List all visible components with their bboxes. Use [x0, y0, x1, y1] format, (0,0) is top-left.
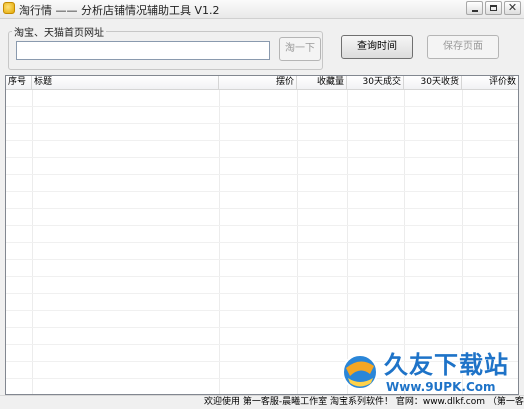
results-table[interactable]: 序号 标题 摆价 收藏量 30天成交 30天收货 评价数 [5, 75, 519, 395]
save-page-button[interactable]: 保存页面 [427, 35, 499, 59]
table-row-line [6, 106, 518, 107]
table-row-line [6, 310, 518, 311]
column-header-title[interactable]: 标题 [32, 76, 219, 89]
maximize-icon [490, 5, 497, 11]
window-controls: ✕ [466, 1, 521, 15]
column-header-index[interactable]: 序号 [6, 76, 32, 89]
app-icon [3, 2, 15, 14]
table-row-line [6, 225, 518, 226]
table-row-line [6, 191, 518, 192]
window-title: 淘行情 —— 分析店铺情况辅助工具 V1.2 [19, 4, 220, 17]
table-row-line [6, 344, 518, 345]
table-row-line [6, 259, 518, 260]
table-row-line [6, 276, 518, 277]
url-group-label: 淘宝、天猫首页网址 [12, 24, 106, 39]
table-row-line [6, 242, 518, 243]
maximize-button[interactable] [485, 1, 502, 15]
table-row-line [6, 140, 518, 141]
table-row-line [6, 208, 518, 209]
column-header-30day-received[interactable]: 30天收货 [404, 76, 462, 89]
table-row-line [6, 123, 518, 124]
table-row-line [6, 174, 518, 175]
table-row-line [6, 157, 518, 158]
query-time-button[interactable]: 查询时间 [341, 35, 413, 59]
column-header-reviews[interactable]: 评价数 [462, 76, 518, 89]
watermark-title: 久友下载站 [384, 351, 509, 379]
column-header-favorites[interactable]: 收藏量 [297, 76, 347, 89]
watermark-url: Www.9UPK.Com [386, 380, 496, 394]
search-button[interactable]: 淘一下 [279, 37, 321, 61]
url-input[interactable] [16, 41, 270, 60]
close-button[interactable]: ✕ [504, 1, 521, 15]
globe-logo-icon [342, 354, 378, 390]
table-row-line [6, 327, 518, 328]
title-bar: 淘行情 —— 分析店铺情况辅助工具 V1.2 ✕ [0, 0, 524, 19]
table-header: 序号 标题 摆价 收藏量 30天成交 30天收货 评价数 [6, 76, 518, 90]
minimize-button[interactable] [466, 1, 483, 15]
close-icon: ✕ [507, 1, 518, 14]
column-header-30day-sales[interactable]: 30天成交 [347, 76, 404, 89]
table-row-line [6, 293, 518, 294]
minimize-icon [472, 10, 478, 12]
column-header-price[interactable]: 摆价 [219, 76, 297, 89]
watermark-logo: 久友下载站 Www.9UPK.Com [340, 350, 520, 402]
